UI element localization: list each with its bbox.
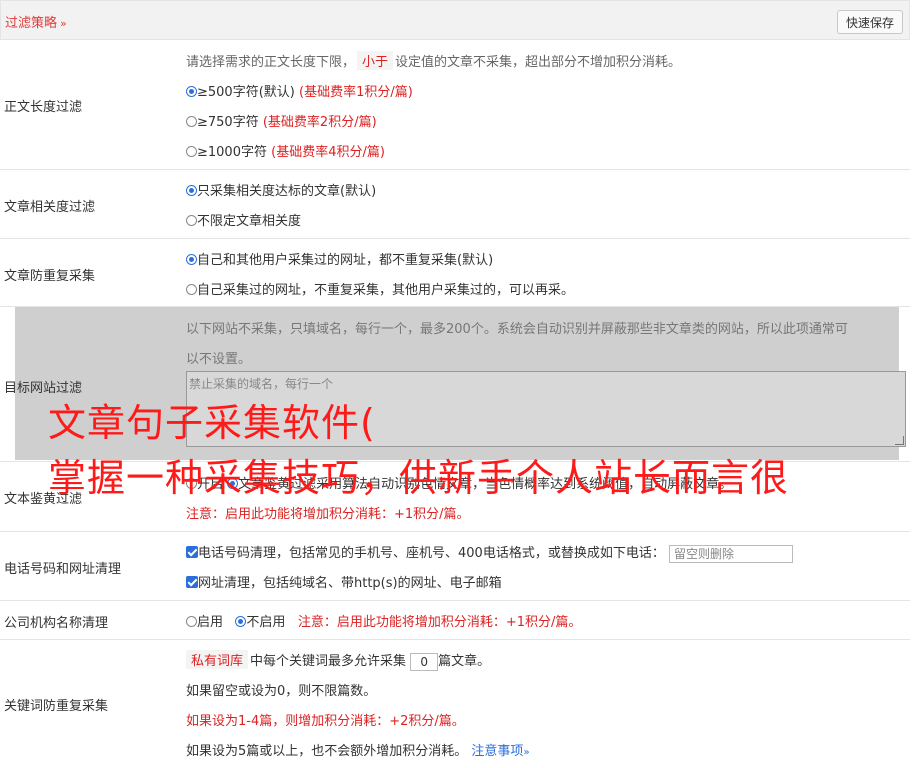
length-750-radio[interactable] bbox=[186, 116, 197, 127]
dedupe-all-radio[interactable] bbox=[186, 254, 197, 265]
notes-link[interactable]: 注意事项» bbox=[471, 744, 529, 759]
url-clean-text: 网址清理，包括纯域名、带http(s)的网址、电子邮箱 bbox=[198, 576, 502, 591]
length-1000-note: (基础费率4积分/篇) bbox=[271, 145, 385, 160]
url-clean-checkbox[interactable] bbox=[186, 576, 198, 588]
relevance-unlimited-text: 不限定文章相关度 bbox=[197, 214, 302, 229]
phone-clean-checkbox[interactable] bbox=[186, 546, 198, 558]
length-500-radio[interactable] bbox=[186, 86, 197, 97]
keyword-dedupe-row: 关键词防重复采集 私有词库 中每个关键词最多允许采集 0 篇文章。 如果留空或设为0… bbox=[0, 640, 910, 768]
dedupe-self-text: 自己采集过的网址，不重复采集，其他用户采集过的，可以再采。 bbox=[197, 283, 575, 298]
length-filter-row: 正文长度过滤 请选择需求的正文长度下限， 小于 设定值的文章不采集，超出部分不增加积… bbox=[0, 40, 910, 170]
company-clean-options: 启用 不启用 注意：启用此功能将增加积分消耗：+1积分/篇。 bbox=[186, 611, 581, 630]
relevance-filter-row: 文章相关度过滤 只采集相关度达标的文章(默认) 不限定文章相关度 bbox=[0, 170, 910, 239]
relevance-required-text: 只采集相关度达标的文章(默认) bbox=[197, 184, 377, 199]
dedupe-filter-row: 文章防重复采集 自己和其他用户采集过的网址，都不重复采集(默认) 自己采集过的网… bbox=[0, 239, 910, 307]
relevance-option-required[interactable]: 只采集相关度达标的文章(默认) bbox=[186, 180, 376, 199]
phone-clean-text: 电话号码清理，包括常见的手机号、座机号、400电话格式，或替换成如下电话： bbox=[198, 546, 665, 561]
length-750-note: (基础费率2积分/篇) bbox=[262, 115, 377, 130]
dedupe-self-radio[interactable] bbox=[186, 284, 197, 295]
resize-grip-icon[interactable] bbox=[895, 436, 904, 445]
chevron-down-icon: » bbox=[523, 747, 530, 758]
length-filter-desc-before: 请选择需求的正文长度下限， bbox=[186, 55, 356, 70]
keyword-limit-text-before: 中每个关键词最多允许采集 bbox=[250, 654, 407, 669]
company-disable-radio[interactable] bbox=[235, 616, 247, 627]
site-filter-desc-line2: 以不设置。 bbox=[186, 352, 252, 367]
company-enable-text: 启用 bbox=[197, 615, 224, 630]
dedupe-option-self[interactable]: 自己采集过的网址，不重复采集，其他用户采集过的，可以再采。 bbox=[186, 279, 574, 298]
company-disable-text: 不启用 bbox=[246, 615, 286, 630]
filter-strategy-title[interactable]: 过滤策略» bbox=[5, 12, 67, 31]
length-1000-radio[interactable] bbox=[186, 146, 197, 157]
length-1000-text: ≥1000字符 bbox=[197, 145, 267, 160]
phone-clean-option[interactable]: 电话号码清理，包括常见的手机号、座机号、400电话格式，或替换成如下电话： 留空… bbox=[186, 542, 793, 563]
keyword-dedupe-line4: 如果设为5篇或以上，也不会额外增加积分消耗。 注意事项» bbox=[186, 740, 530, 759]
relevance-filter-label: 文章相关度过滤 bbox=[4, 200, 96, 215]
company-clean-row: 公司机构名称清理 启用 不启用 注意：启用此功能将增加积分消耗：+1积分/篇。 bbox=[0, 601, 910, 640]
dedupe-all-text: 自己和其他用户采集过的网址，都不重复采集(默认) bbox=[197, 253, 494, 268]
keyword-dedupe-line4-text: 如果设为5篇或以上，也不会额外增加积分消耗。 bbox=[186, 744, 468, 759]
filter-strategy-title-text: 过滤策略 bbox=[5, 16, 58, 31]
overlay-title-line2: 掌握一种采集技巧，供新手个人站长而言很 bbox=[48, 456, 790, 500]
url-clean-option[interactable]: 网址清理，包括纯域名、带http(s)的网址、电子邮箱 bbox=[186, 572, 502, 591]
phone-url-clean-label: 电话号码和网址清理 bbox=[4, 562, 122, 577]
relevance-required-radio[interactable] bbox=[186, 185, 197, 196]
keyword-dedupe-line3: 如果设为1-4篇，则增加积分消耗：+2积分/篇。 bbox=[186, 714, 465, 729]
chevron-down-icon: » bbox=[60, 17, 67, 30]
length-option-750[interactable]: ≥750字符 (基础费率2积分/篇) bbox=[186, 111, 377, 130]
relevance-option-unlimited[interactable]: 不限定文章相关度 bbox=[186, 210, 301, 229]
phone-url-clean-row: 电话号码和网址清理 电话号码清理，包括常见的手机号、座机号、400电话格式，或替… bbox=[0, 532, 910, 601]
length-filter-desc-after: 设定值的文章不采集，超出部分不增加积分消耗。 bbox=[395, 55, 682, 70]
relevance-unlimited-radio[interactable] bbox=[186, 215, 197, 226]
site-filter-desc-line1: 以下网站不采集，只填域名，每行一个，最多200个。系统会自动识别并屏蔽那些非文章… bbox=[186, 322, 848, 337]
length-500-text: ≥500字符(默认) bbox=[197, 85, 295, 100]
dedupe-option-all[interactable]: 自己和其他用户采集过的网址，都不重复采集(默认) bbox=[186, 249, 493, 268]
notes-link-text: 注意事项 bbox=[471, 744, 524, 759]
length-option-500[interactable]: ≥500字符(默认) (基础费率1积分/篇) bbox=[186, 81, 413, 100]
company-enable-radio[interactable] bbox=[186, 616, 197, 627]
dedupe-filter-label: 文章防重复采集 bbox=[4, 269, 96, 284]
company-clean-note: 注意：启用此功能将增加积分消耗：+1积分/篇。 bbox=[297, 615, 582, 630]
length-filter-desc: 请选择需求的正文长度下限， 小于 设定值的文章不采集，超出部分不增加积分消耗。 bbox=[186, 51, 681, 70]
less-than-chip: 小于 bbox=[357, 51, 394, 70]
keyword-dedupe-line2: 如果留空或设为0，则不限篇数。 bbox=[186, 684, 377, 699]
private-lexicon-chip[interactable]: 私有词库 bbox=[186, 650, 249, 669]
quick-save-button[interactable]: 快速保存 bbox=[836, 10, 903, 34]
company-clean-label: 公司机构名称清理 bbox=[4, 616, 109, 631]
length-750-text: ≥750字符 bbox=[197, 115, 259, 130]
keyword-limit-text-after: 篇文章。 bbox=[438, 654, 491, 669]
length-500-note: (基础费率1积分/篇) bbox=[299, 85, 413, 100]
keyword-dedupe-line1: 私有词库 中每个关键词最多允许采集 0 篇文章。 bbox=[186, 650, 490, 671]
length-filter-label: 正文长度过滤 bbox=[4, 100, 83, 115]
keyword-dedupe-label: 关键词防重复采集 bbox=[4, 699, 109, 714]
overlay-title-line1: 文章句子采集软件( bbox=[48, 401, 376, 445]
porn-filter-note: 注意：启用此功能将增加积分消耗：+1积分/篇。 bbox=[186, 507, 470, 522]
filter-strategy-header: 过滤策略» 快速保存 bbox=[0, 0, 910, 40]
blocked-domains-placeholder: 禁止采集的域名，每行一个 bbox=[189, 377, 334, 391]
length-option-1000[interactable]: ≥1000字符 (基础费率4积分/篇) bbox=[186, 141, 385, 160]
keyword-limit-input[interactable]: 0 bbox=[410, 652, 439, 671]
replacement-phone-input[interactable]: 留空则删除 bbox=[668, 544, 793, 563]
